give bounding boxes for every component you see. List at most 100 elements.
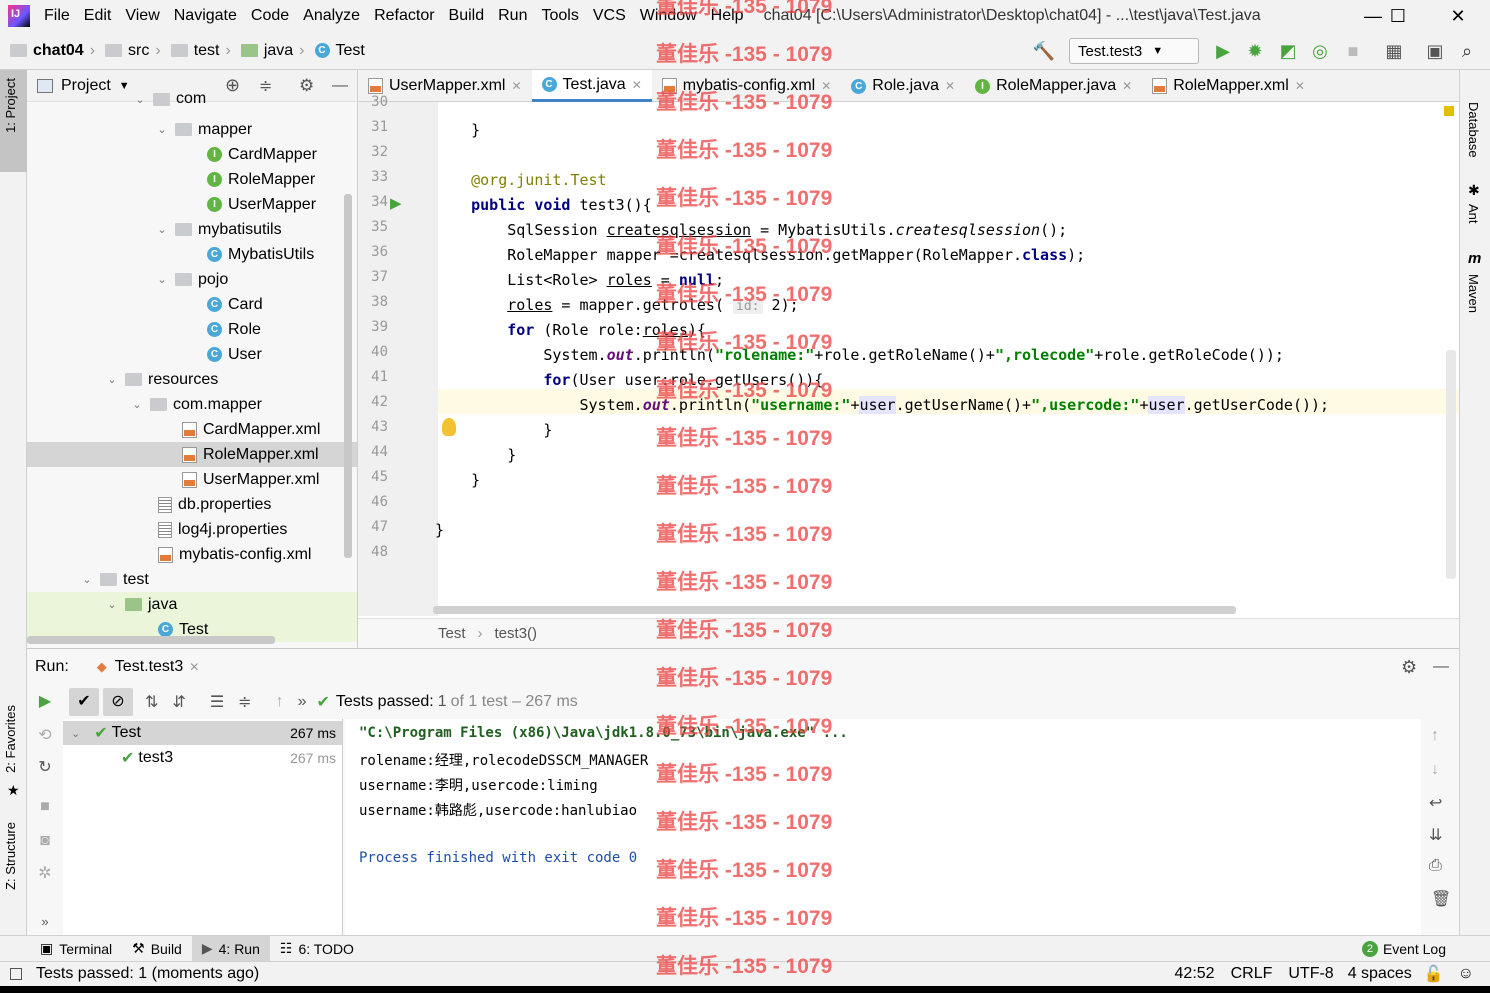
menu-run[interactable]: Run [498, 7, 527, 25]
tree-item-resources[interactable]: ⌄ resources [27, 367, 357, 392]
search-icon[interactable]: ⌕ [1456, 40, 1478, 62]
tree-item-mybatisutils[interactable]: C MybatisUtils [27, 242, 357, 267]
inspection-status-icon[interactable] [1444, 106, 1454, 116]
code-line-45[interactable]: } [435, 468, 480, 493]
breadcrumb-test[interactable]: test › [170, 42, 231, 60]
hide-panel-icon[interactable]: — [1433, 658, 1449, 676]
debug-icon[interactable]: ✹ [1244, 40, 1266, 62]
show-ignored-icon[interactable]: ⊘ [103, 688, 133, 716]
code-line-41[interactable]: for(User user:role.getUsers()){ [435, 368, 823, 393]
run-tab-test3[interactable]: Test.test3 [115, 658, 183, 676]
breadcrumb-class[interactable]: Test [438, 625, 466, 642]
tab-role-java[interactable]: C Role.java ✕ [841, 70, 965, 102]
tab-build[interactable]: ⚒ Build [122, 936, 192, 962]
tree-item-rolemapper[interactable]: I RoleMapper [27, 167, 357, 192]
tab-event-log[interactable]: 2 Event Log [1352, 936, 1456, 962]
menu-window[interactable]: Window [640, 7, 697, 25]
project-tool-tab[interactable]: 1: Project [3, 78, 18, 133]
chevron-down-icon[interactable]: ▼ [119, 80, 130, 92]
scroll-down-icon[interactable]: ↓ [1431, 761, 1439, 779]
close-icon[interactable]: ✕ [1122, 79, 1132, 93]
code-line-35[interactable]: SqlSession createsqlsession = MybatisUti… [435, 218, 1067, 243]
lock-icon[interactable]: 🔓 [1424, 964, 1444, 984]
run-configuration-select[interactable]: Test.test3 ▼ [1069, 38, 1199, 64]
maximize-button[interactable]: ☐ [1373, 0, 1423, 32]
profile-icon[interactable]: ◎ [1309, 40, 1331, 62]
breadcrumb-test-class[interactable]: C Test [314, 42, 365, 60]
scroll-to-end-icon[interactable]: ⇊ [1429, 825, 1442, 845]
editor-horizontal-scrollbar[interactable] [433, 606, 1236, 614]
menu-view[interactable]: View [125, 7, 159, 25]
toggle-auto-test-icon[interactable]: ↻ [35, 757, 55, 777]
stop-icon[interactable]: ■ [1342, 40, 1364, 62]
camera-icon[interactable]: ◙ [35, 831, 55, 851]
menu-analyze[interactable]: Analyze [303, 7, 360, 25]
menu-vcs[interactable]: VCS [593, 7, 626, 25]
code-line-44[interactable]: } [435, 443, 516, 468]
expand-all-icon[interactable]: ☰ [210, 692, 224, 712]
structure-tool-tab[interactable]: Z: Structure [3, 822, 18, 890]
project-tree-scrollbar[interactable] [344, 194, 352, 558]
coverage-icon[interactable]: ◩ [1277, 40, 1299, 62]
tree-item-usermapper[interactable]: I UserMapper [27, 192, 357, 217]
gear-icon[interactable]: ⚙ [1401, 657, 1417, 678]
project-structure-icon[interactable]: ▦ [1383, 40, 1405, 62]
file-encoding[interactable]: UTF-8 [1288, 965, 1333, 983]
sort-alpha-icon[interactable]: ⇅ [145, 692, 158, 712]
scroll-up-icon[interactable]: ↑ [1431, 727, 1439, 745]
rerun-failed-icon[interactable]: ⟲ [35, 725, 55, 745]
editor-vertical-scrollbar[interactable] [1446, 350, 1456, 579]
code-line-37[interactable]: List<Role> roles = null; [435, 268, 724, 293]
tab-run[interactable]: ▶ 4: Run [191, 935, 270, 962]
tree-item-usermapper-xml[interactable]: UserMapper.xml [27, 467, 357, 492]
run-icon[interactable]: ▶ [1212, 40, 1234, 62]
close-icon[interactable]: ✕ [632, 78, 642, 92]
code-line-39[interactable]: for (Role role:roles){ [435, 318, 706, 343]
code-line-36[interactable]: RoleMapper mapper =createsqlsession.getM… [435, 243, 1085, 268]
menu-build[interactable]: Build [449, 7, 485, 25]
menu-tools[interactable]: Tools [541, 7, 578, 25]
previous-test-icon[interactable]: ↑ [276, 693, 284, 711]
menu-refactor[interactable]: Refactor [374, 7, 434, 25]
print-icon[interactable]: ⎙ [1429, 857, 1442, 875]
more-icon[interactable]: » [35, 911, 55, 931]
tree-item-card[interactable]: C Card [27, 292, 357, 317]
tree-item-java-folder[interactable]: ⌄ java [27, 592, 357, 617]
soft-wrap-icon[interactable]: ↩ [1429, 793, 1442, 813]
stop-icon[interactable]: ■ [35, 797, 55, 817]
menu-help[interactable]: Help [711, 7, 744, 25]
tree-item-mybatis-config-xml[interactable]: mybatis-config.xml [27, 542, 357, 567]
code-line-31[interactable]: } [435, 118, 480, 143]
code-line-34[interactable]: public void test3(){ [435, 193, 652, 218]
maven-tool-tab[interactable]: Maven [1466, 274, 1481, 313]
tree-item-mapper[interactable]: ⌄ mapper [27, 117, 357, 142]
tool-windows-icon[interactable] [10, 968, 22, 980]
favorites-tool-tab[interactable]: 2: Favorites [3, 705, 18, 773]
code-line-43[interactable]: } [435, 418, 552, 443]
tree-item-mybatisutils-package[interactable]: ⌄ mybatisutils [27, 217, 357, 242]
tree-item-com-mapper[interactable]: ⌄ com.mapper [27, 392, 357, 417]
tree-item-rolemapper-xml[interactable]: RoleMapper.xml [27, 442, 357, 467]
tab-rolemapper-xml[interactable]: RoleMapper.xml ✕ [1142, 70, 1315, 102]
menu-edit[interactable]: Edit [84, 7, 112, 25]
breadcrumb-project[interactable]: chat04 › [10, 42, 95, 60]
tree-item-cardmapper-xml[interactable]: CardMapper.xml [27, 417, 357, 442]
inspector-icon[interactable]: ☺ [1458, 965, 1474, 983]
line-separator[interactable]: CRLF [1231, 965, 1273, 983]
tree-item-db-properties[interactable]: db.properties [27, 492, 357, 517]
breadcrumb-src[interactable]: src › [105, 42, 161, 60]
trash-icon[interactable]: 🗑 [1431, 889, 1451, 909]
code-line-38[interactable]: roles = mapper.getroles( id: 2); [435, 293, 799, 318]
tree-item-log4j-properties[interactable]: log4j.properties [27, 517, 357, 542]
ant-tool-tab[interactable]: Ant [1466, 204, 1481, 224]
code-line-47[interactable]: } [435, 518, 444, 543]
run-test-gutter-icon[interactable]: ▶ [390, 194, 402, 212]
tree-item-role[interactable]: C Role [27, 317, 357, 342]
console-output[interactable]: "C:\Program Files (x86)\Java\jdk1.8.0_73… [345, 719, 1421, 935]
settings-icon[interactable]: ✲ [35, 863, 55, 883]
test-tree-row-test[interactable]: ⌄ ✔ Test 267 ms [63, 721, 342, 745]
collapse-all-icon[interactable]: ≑ [238, 692, 251, 712]
rerun-icon[interactable]: ▶ [35, 691, 55, 711]
breadcrumb-method[interactable]: test3() [495, 625, 538, 642]
tree-item-pojo[interactable]: ⌄ pojo [27, 267, 357, 292]
